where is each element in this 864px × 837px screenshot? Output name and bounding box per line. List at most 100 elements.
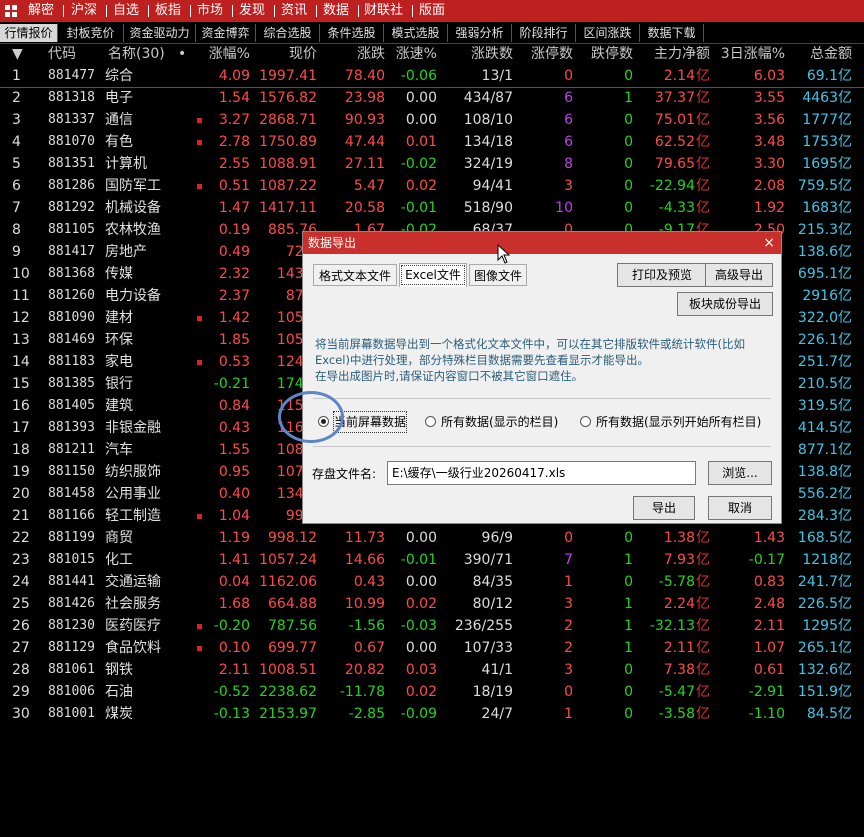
row-name: 通信 bbox=[105, 112, 133, 128]
table-row[interactable]: 5 881351 计算机 2.55 1088.91 27.11 -0.02 324/19 8 0 7… bbox=[0, 153, 864, 175]
print-preview-button[interactable]: 打印及预览 bbox=[617, 263, 707, 287]
menu-item-shichang[interactable]: 市场 bbox=[197, 0, 223, 22]
menu-item-hushen[interactable]: 沪深 bbox=[71, 0, 97, 22]
tab-composite-select[interactable]: 综合选股 bbox=[256, 24, 320, 42]
tab-text-file[interactable]: 格式文本文件 bbox=[313, 264, 397, 286]
table-row[interactable]: 22 881199 商贸 1.19 998.12 11.73 0.00 96/9 0 0 1.38 亿… bbox=[0, 527, 864, 549]
table-row[interactable]: 7 881292 机械设备 1.47 1417.11 20.58 -0.01 518/90 10… bbox=[0, 197, 864, 219]
menu-item-zixuan[interactable]: 自选 bbox=[113, 0, 139, 22]
tab-stage-rank[interactable]: 阶段排行 bbox=[512, 24, 576, 42]
row-amount-unit: 亿 bbox=[838, 310, 852, 326]
row-pct: 0.19 bbox=[218, 222, 250, 238]
advanced-export-button[interactable]: 高级导出 bbox=[705, 263, 773, 287]
menu-item-banzhi[interactable]: 板指 bbox=[155, 0, 181, 22]
row-change: -2.85 bbox=[348, 706, 385, 722]
menu-icon[interactable] bbox=[4, 0, 22, 22]
table-row[interactable]: 23 881015 化工 1.41 1057.24 14.66 -0.01 390/71 7 1 7… bbox=[0, 549, 864, 571]
col-price[interactable]: 现价 bbox=[255, 43, 317, 65]
tab-quote[interactable]: 行情报价 bbox=[0, 24, 58, 42]
export-button[interactable]: 导出 bbox=[633, 496, 695, 520]
component-export-button[interactable]: 板块成份导出 bbox=[677, 292, 773, 316]
divider bbox=[313, 398, 771, 399]
menu-item-jiemi[interactable]: 解密 bbox=[28, 0, 54, 22]
col-3day-pct[interactable]: 3日涨幅% bbox=[715, 43, 785, 65]
table-row[interactable]: 2 881318 电子 1.54 1576.82 23.98 0.00 434/87 6 1 37.… bbox=[0, 87, 864, 109]
table-row[interactable]: 3 881337 通信 3.27 2868.71 90.93 0.00 108/10 6 0 75.… bbox=[0, 109, 864, 131]
row-updown: 107/33 bbox=[463, 640, 513, 656]
close-icon[interactable]: × bbox=[763, 232, 775, 254]
tab-fund-drive[interactable]: 资金驱动力 bbox=[124, 24, 196, 42]
tab-condition-select[interactable]: 条件选股 bbox=[320, 24, 384, 42]
row-price: 2238.62 bbox=[259, 684, 317, 700]
table-row[interactable]: 29 881006 石油 -0.52 2238.62 -11.78 0.02 18/19 0 0 -… bbox=[0, 681, 864, 703]
menu-item-cailianshe[interactable]: 财联社 bbox=[364, 0, 403, 22]
row-amount: 414.5 bbox=[797, 420, 838, 436]
tab-fund-game[interactable]: 资金博弈 bbox=[196, 24, 256, 42]
table-row[interactable]: 27 881129 食品饮料 0.10 699.77 0.67 0.00 107/33 2 1 2.… bbox=[0, 637, 864, 659]
col-pct[interactable]: 涨幅% bbox=[200, 43, 250, 65]
tab-pattern-select[interactable]: 模式选股 bbox=[384, 24, 448, 42]
table-row[interactable]: 30 881001 煤炭 -0.13 2153.97 -2.85 -0.09 24/7 1 0 -3… bbox=[0, 703, 864, 725]
menu-item-banmian[interactable]: 版面 bbox=[419, 0, 445, 22]
col-updown[interactable]: 涨跌数 bbox=[442, 43, 513, 65]
row-limit-down: 0 bbox=[624, 112, 633, 128]
col-limit-down[interactable]: 跌停数 bbox=[578, 43, 633, 65]
col-name[interactable]: 名称(30) bbox=[108, 43, 165, 65]
file-name-input[interactable]: E:\缓存\一级行业20260417.xls bbox=[387, 461, 696, 485]
col-code[interactable]: 代码 bbox=[48, 43, 76, 65]
row-pct: 0.51 bbox=[218, 178, 250, 194]
col-change[interactable]: 涨跌 bbox=[322, 43, 385, 65]
row-net-flow: 79.65 bbox=[654, 156, 695, 172]
tab-strength[interactable]: 强弱分析 bbox=[448, 24, 512, 42]
col-net-flow[interactable]: 主力净额 bbox=[640, 43, 710, 65]
table-row[interactable]: 4 881070 有色 2.78 1750.89 47.44 0.01 134/18 6 0 62.… bbox=[0, 131, 864, 153]
menu-item-faxian[interactable]: 发现 bbox=[239, 0, 265, 22]
row-amount-unit: 亿 bbox=[838, 266, 852, 282]
browse-button[interactable]: 浏览... bbox=[708, 461, 772, 485]
row-index: 3 bbox=[12, 112, 21, 128]
row-change: 0.67 bbox=[353, 640, 385, 656]
row-code: 881318 bbox=[48, 90, 95, 105]
row-index: 10 bbox=[12, 266, 30, 282]
row-amount: 322.0 bbox=[797, 310, 838, 326]
row-amount: 1777 bbox=[802, 112, 838, 128]
table-row[interactable]: 25 881426 社会服务 1.68 664.88 10.99 0.02 80/12 3 1 2.… bbox=[0, 593, 864, 615]
row-code: 881426 bbox=[48, 596, 95, 611]
row-updown: 96/9 bbox=[481, 530, 513, 546]
row-code: 881368 bbox=[48, 266, 95, 281]
row-amount: 556.2 bbox=[797, 486, 838, 502]
tab-data-download[interactable]: 数据下载 bbox=[640, 24, 704, 42]
tab-auction[interactable]: 封板竞价 bbox=[58, 24, 124, 42]
table-row[interactable]: 26 881230 医药医疗 -0.20 787.56 -1.56 -0.03 236/255… bbox=[0, 615, 864, 637]
menu-item-shuju[interactable]: 数据 bbox=[323, 0, 349, 22]
tab-range-change[interactable]: 区间涨跌 bbox=[576, 24, 640, 42]
sort-arrow-icon[interactable]: ▼ bbox=[12, 43, 23, 65]
row-change: -11.78 bbox=[339, 684, 385, 700]
dialog-title-bar[interactable]: 数据导出 × bbox=[303, 232, 781, 254]
col-amount[interactable]: 总金额 bbox=[790, 43, 852, 65]
row-price: 1997.41 bbox=[259, 68, 317, 84]
row-code: 881351 bbox=[48, 156, 95, 171]
col-limit-up[interactable]: 涨停数 bbox=[518, 43, 573, 65]
menu-item-zixun[interactable]: 资讯 bbox=[281, 0, 307, 22]
row-name: 煤炭 bbox=[105, 706, 133, 722]
row-change: 47.44 bbox=[344, 134, 385, 150]
row-limit-down: 0 bbox=[624, 178, 633, 194]
row-amount-unit: 亿 bbox=[838, 596, 852, 612]
row-3day-pct: 6.03 bbox=[753, 68, 785, 84]
row-code: 881286 bbox=[48, 178, 95, 193]
row-amount-unit: 亿 bbox=[838, 398, 852, 414]
table-row[interactable]: 24 881441 交通运输 0.04 1162.06 0.43 0.00 84/35 1 0 -5… bbox=[0, 571, 864, 593]
table-row[interactable]: 1 881477 综合 4.09 1997.41 78.40 -0.06 13/1 0 0 2.14… bbox=[0, 65, 864, 88]
col-speed[interactable]: 涨速% bbox=[390, 43, 437, 65]
table-row[interactable]: 6 881286 国防军工 0.51 1087.22 5.47 0.02 94/41 3 0 -22… bbox=[0, 175, 864, 197]
row-amount: 1683 bbox=[802, 200, 838, 216]
row-change: 0.43 bbox=[353, 574, 385, 590]
row-price: 1088.91 bbox=[259, 156, 317, 172]
row-amount: 241.7 bbox=[797, 574, 838, 590]
tab-image-file[interactable]: 图像文件 bbox=[469, 264, 527, 286]
tab-excel-file[interactable]: Excel文件 bbox=[399, 263, 467, 287]
row-index: 18 bbox=[12, 442, 30, 458]
cancel-button[interactable]: 取消 bbox=[708, 496, 772, 520]
table-row[interactable]: 28 881061 钢铁 2.11 1008.51 20.82 0.03 41/1 3 0 7.38… bbox=[0, 659, 864, 681]
